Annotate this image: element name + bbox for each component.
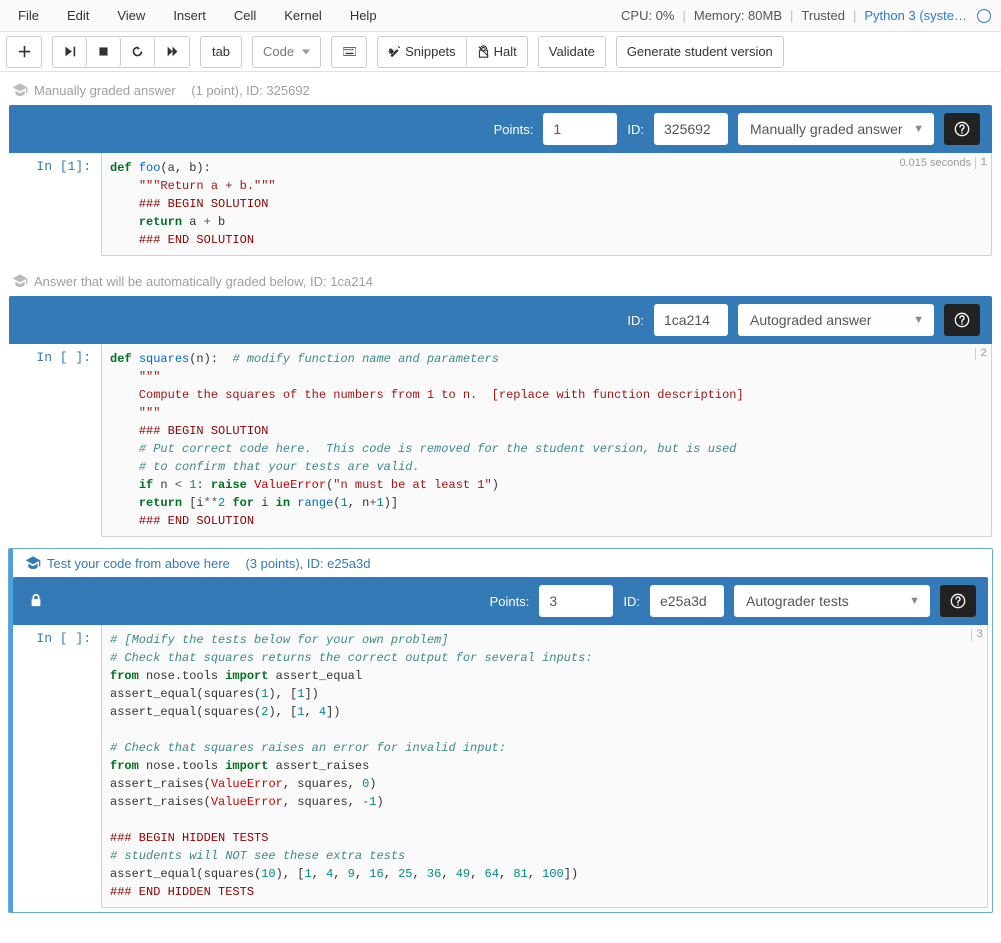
help-button[interactable] — [944, 304, 980, 336]
section-label-tests: Test your code from above here (3 points… — [9, 549, 992, 577]
code-input[interactable]: 2 def squares(n): # modify function name… — [101, 344, 992, 537]
runtime-label: 0.015 seconds — [899, 157, 971, 169]
prompt: In [ ]: — [9, 344, 101, 537]
help-button[interactable] — [944, 113, 980, 145]
cell-header: Points: ID: Manually graded answer — [9, 105, 992, 153]
cell-manual-graded[interactable]: Points: ID: Manually graded answer In [1… — [8, 104, 993, 257]
section-label-autograded-answer: Answer that will be automatically graded… — [0, 267, 1001, 295]
keyboard-button[interactable] — [332, 37, 366, 67]
status-separator: | — [680, 8, 687, 23]
help-icon — [954, 312, 970, 328]
section-label-manual: Manually graded answer (1 point), ID: 32… — [0, 76, 1001, 104]
cell-type-select[interactable]: Autograder tests — [734, 585, 930, 617]
id-input[interactable] — [654, 304, 728, 336]
stop-button[interactable] — [87, 37, 121, 67]
points-input[interactable] — [543, 113, 617, 145]
help-button[interactable] — [940, 585, 976, 617]
graduation-cap-icon — [25, 555, 41, 571]
cell-autograded-answer[interactable]: ID: Autograded answer In [ ]: 2 def squa… — [8, 295, 993, 538]
id-input[interactable] — [654, 113, 728, 145]
points-label: Points: — [490, 594, 530, 609]
menu-cell[interactable]: Cell — [220, 2, 270, 29]
celltype-select[interactable]: Code — [253, 37, 320, 67]
code-input[interactable]: 3 # [Modify the tests below for your own… — [101, 625, 988, 908]
menu-edit[interactable]: Edit — [53, 2, 103, 29]
prompt: In [1]: — [9, 153, 101, 256]
keyboard-icon — [343, 45, 356, 58]
menu-file[interactable]: File — [4, 2, 53, 29]
status-trusted[interactable]: Trusted — [795, 8, 851, 23]
magic-icon — [388, 45, 401, 58]
snippets-label: Snippets — [405, 44, 456, 59]
halt-label: Halt — [494, 44, 517, 59]
cell-header: ID: Autograded answer — [9, 296, 992, 344]
notebook-area: Manually graded answer (1 point), ID: 32… — [0, 72, 1001, 943]
graduation-cap-icon — [12, 273, 28, 289]
cell-autograder-tests[interactable]: Test your code from above here (3 points… — [8, 548, 993, 913]
status-memory: Memory: 80MB — [688, 8, 788, 23]
restart-button[interactable] — [121, 37, 155, 67]
code-input[interactable]: 0.015 seconds 1 def foo(a, b): """Return… — [101, 153, 992, 256]
kernel-name[interactable]: Python 3 (syste… — [858, 8, 973, 23]
stop-icon — [97, 45, 110, 58]
validate-button[interactable]: Validate — [539, 37, 605, 67]
fast-forward-button[interactable] — [155, 37, 189, 67]
graduation-cap-icon — [12, 82, 28, 98]
points-label: Points: — [494, 122, 534, 137]
id-label: ID: — [627, 313, 644, 328]
menu-insert[interactable]: Insert — [159, 2, 220, 29]
cell-header: Points: ID: Autograder tests — [13, 577, 988, 625]
cell-number: 1 — [975, 157, 987, 169]
halt-button[interactable]: Halt — [467, 37, 527, 67]
help-icon — [950, 593, 966, 609]
plus-icon — [18, 45, 31, 58]
generate-student-button[interactable]: Generate student version — [617, 37, 783, 67]
code-content[interactable]: def foo(a, b): """Return a + b.""" ### B… — [110, 159, 983, 249]
prompt: In [ ]: — [9, 625, 101, 908]
halt-icon — [477, 45, 490, 58]
code-content[interactable]: def squares(n): # modify function name a… — [110, 350, 983, 530]
tab-button[interactable]: tab — [201, 37, 241, 67]
id-label: ID: — [627, 122, 644, 137]
id-label: ID: — [623, 594, 640, 609]
run-button[interactable] — [53, 37, 87, 67]
snippets-button[interactable]: Snippets — [378, 37, 467, 67]
points-input[interactable] — [539, 585, 613, 617]
help-icon — [954, 121, 970, 137]
id-input[interactable] — [650, 585, 724, 617]
restart-icon — [131, 45, 144, 58]
status-separator: | — [788, 8, 795, 23]
menu-kernel[interactable]: Kernel — [270, 2, 336, 29]
lock-icon — [29, 593, 43, 610]
run-icon — [63, 45, 76, 58]
menu-view[interactable]: View — [103, 2, 159, 29]
cell-number: 2 — [975, 348, 987, 360]
add-cell-button[interactable] — [7, 37, 41, 67]
code-content[interactable]: # [Modify the tests below for your own p… — [110, 631, 979, 901]
cell-type-select[interactable]: Manually graded answer — [738, 113, 934, 145]
menu-help[interactable]: Help — [336, 2, 391, 29]
cell-number: 3 — [971, 629, 983, 641]
cell-type-select[interactable]: Autograded answer — [738, 304, 934, 336]
status-separator: | — [851, 8, 858, 23]
status-cpu: CPU: 0% — [615, 8, 680, 23]
fast-forward-icon — [166, 45, 179, 58]
kernel-status-icon — [977, 9, 991, 23]
